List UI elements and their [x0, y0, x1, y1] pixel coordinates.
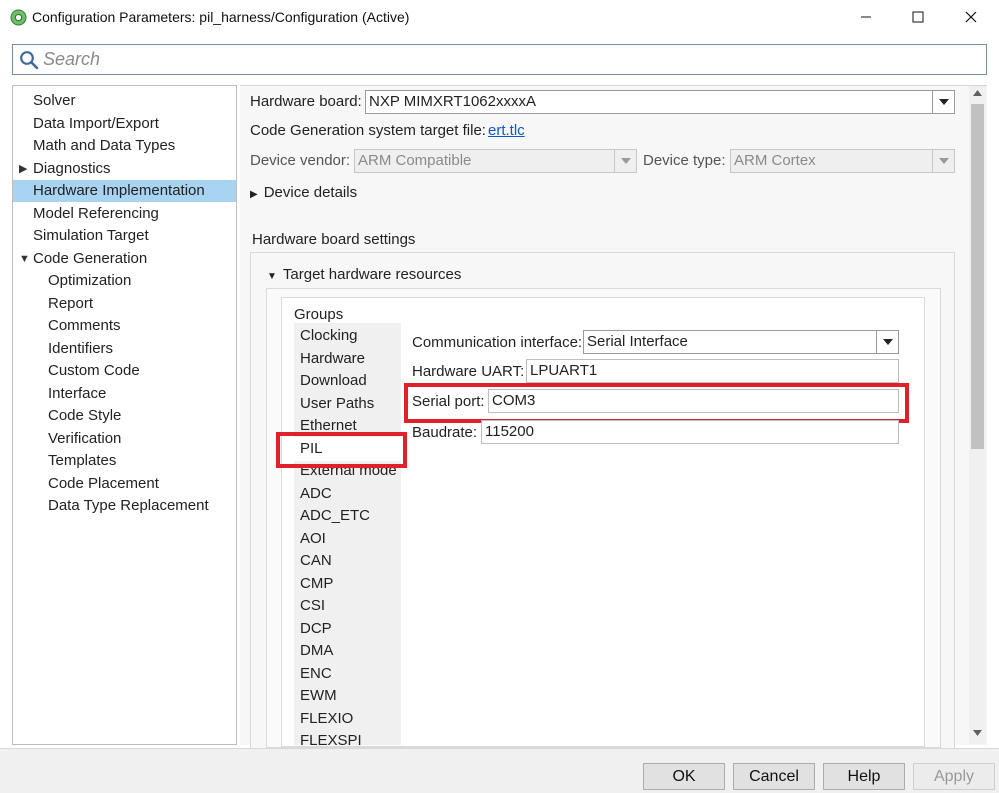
target-file-label: Code Generation system target file:: [250, 122, 486, 139]
tree-item-simulation-target[interactable]: Simulation Target: [13, 225, 236, 247]
scrollbar-thumb[interactable]: [971, 104, 984, 449]
hardware-uart-field[interactable]: LPUART1: [526, 359, 899, 383]
tree-item-templates[interactable]: Templates: [13, 450, 236, 472]
search-input[interactable]: Search: [12, 44, 987, 75]
group-item-clocking[interactable]: Clocking: [300, 325, 358, 347]
chevron-down-icon: [614, 150, 636, 172]
category-tree: Solver Data Import/Export Math and Data …: [12, 85, 237, 745]
tree-item-data-import-export[interactable]: Data Import/Export: [13, 113, 236, 135]
tree-item-report[interactable]: Report: [13, 293, 236, 315]
maximize-button[interactable]: [895, 0, 941, 34]
tree-item-diagnostics[interactable]: ▶ Diagnostics: [13, 158, 236, 180]
group-item-flexspi[interactable]: FLEXSPI: [300, 730, 362, 745]
comm-interface-select[interactable]: Serial Interface: [583, 330, 899, 354]
pil-highlight-box: [276, 432, 407, 468]
group-item-flexio[interactable]: FLEXIO: [300, 708, 353, 730]
minimize-button[interactable]: [843, 0, 889, 34]
expand-arrow-icon[interactable]: ▶: [19, 158, 27, 180]
group-item-csi[interactable]: CSI: [300, 595, 325, 617]
chevron-down-icon[interactable]: [932, 91, 954, 113]
cancel-button[interactable]: Cancel: [733, 763, 815, 790]
tree-item-math-data-types[interactable]: Math and Data Types: [13, 135, 236, 157]
baudrate-label: Baudrate:: [412, 424, 478, 441]
groups-title: Groups: [294, 306, 344, 323]
group-item-can[interactable]: CAN: [300, 550, 332, 572]
group-item-adc[interactable]: ADC: [300, 483, 332, 505]
search-placeholder: Search: [43, 49, 101, 69]
group-item-dcp[interactable]: DCP: [300, 618, 332, 640]
board-settings-title: Hardware board settings: [252, 231, 416, 248]
expand-arrow-icon: ▶: [250, 189, 258, 200]
tree-item-optimization[interactable]: Optimization: [13, 270, 236, 292]
comm-interface-label: Communication interface:: [412, 334, 583, 351]
tree-item-verification[interactable]: Verification: [13, 428, 236, 450]
window-title: Configuration Parameters: pil_harness/Co…: [32, 9, 410, 25]
group-item-dma[interactable]: DMA: [300, 640, 333, 662]
hardware-board-label: Hardware board:: [250, 93, 362, 110]
chevron-down-icon: [932, 150, 954, 172]
minimize-icon: [861, 16, 871, 18]
scroll-up-icon[interactable]: [973, 90, 982, 96]
vertical-scrollbar[interactable]: [969, 86, 986, 744]
group-item-cmp[interactable]: CMP: [300, 573, 333, 595]
scroll-down-icon[interactable]: [973, 730, 982, 736]
tree-item-hardware-implementation[interactable]: Hardware Implementation: [13, 180, 236, 202]
tree-item-comments[interactable]: Comments: [13, 315, 236, 337]
device-vendor-select: ARM Compatible: [354, 149, 637, 173]
apply-button: Apply: [913, 763, 995, 790]
group-item-ewm[interactable]: EWM: [300, 685, 337, 707]
hardware-board-select[interactable]: NXP MIMXRT1062xxxxA: [365, 90, 955, 114]
ok-button[interactable]: OK: [643, 763, 725, 790]
tree-item-code-placement[interactable]: Code Placement: [13, 473, 236, 495]
tree-item-solver[interactable]: Solver: [13, 90, 236, 112]
device-vendor-label: Device vendor:: [250, 152, 351, 169]
group-item-aoi[interactable]: AOI: [300, 528, 326, 550]
hardware-uart-label: Hardware UART:: [412, 363, 525, 380]
tree-item-code-style[interactable]: Code Style: [13, 405, 236, 427]
close-button[interactable]: [948, 0, 994, 34]
tree-item-data-type-replacement[interactable]: Data Type Replacement: [13, 495, 236, 517]
groups-list: Clocking Hardware Download User Paths Et…: [294, 323, 401, 745]
baudrate-field[interactable]: 115200: [481, 420, 899, 444]
chevron-down-icon[interactable]: [876, 331, 898, 353]
maximize-icon: [912, 11, 924, 23]
group-item-hardware[interactable]: Hardware: [300, 348, 365, 370]
device-type-select: ARM Cortex: [730, 149, 955, 173]
tree-item-model-referencing[interactable]: Model Referencing: [13, 203, 236, 225]
tree-item-code-generation[interactable]: ▼ Code Generation: [13, 248, 236, 270]
tree-item-interface[interactable]: Interface: [13, 383, 236, 405]
group-item-adc-etc[interactable]: ADC_ETC: [300, 505, 370, 527]
simulink-app-icon: [10, 9, 27, 26]
collapse-arrow-icon[interactable]: ▼: [19, 248, 30, 270]
tree-item-identifiers[interactable]: Identifiers: [13, 338, 236, 360]
group-item-download[interactable]: Download: [300, 370, 367, 392]
help-button[interactable]: Help: [823, 763, 905, 790]
collapse-arrow-icon: ▼: [267, 271, 277, 282]
device-details-toggle[interactable]: ▶ Device details: [250, 184, 357, 201]
search-icon: [20, 51, 39, 70]
serial-port-highlight-box: [404, 383, 909, 423]
target-file-link[interactable]: ert.tlc: [488, 122, 525, 139]
close-icon: [965, 11, 977, 23]
tree-item-custom-code[interactable]: Custom Code: [13, 360, 236, 382]
target-resources-toggle[interactable]: ▼ Target hardware resources: [267, 266, 461, 283]
group-item-user-paths[interactable]: User Paths: [300, 393, 374, 415]
group-item-enc[interactable]: ENC: [300, 663, 332, 685]
device-type-label: Device type:: [643, 152, 726, 169]
